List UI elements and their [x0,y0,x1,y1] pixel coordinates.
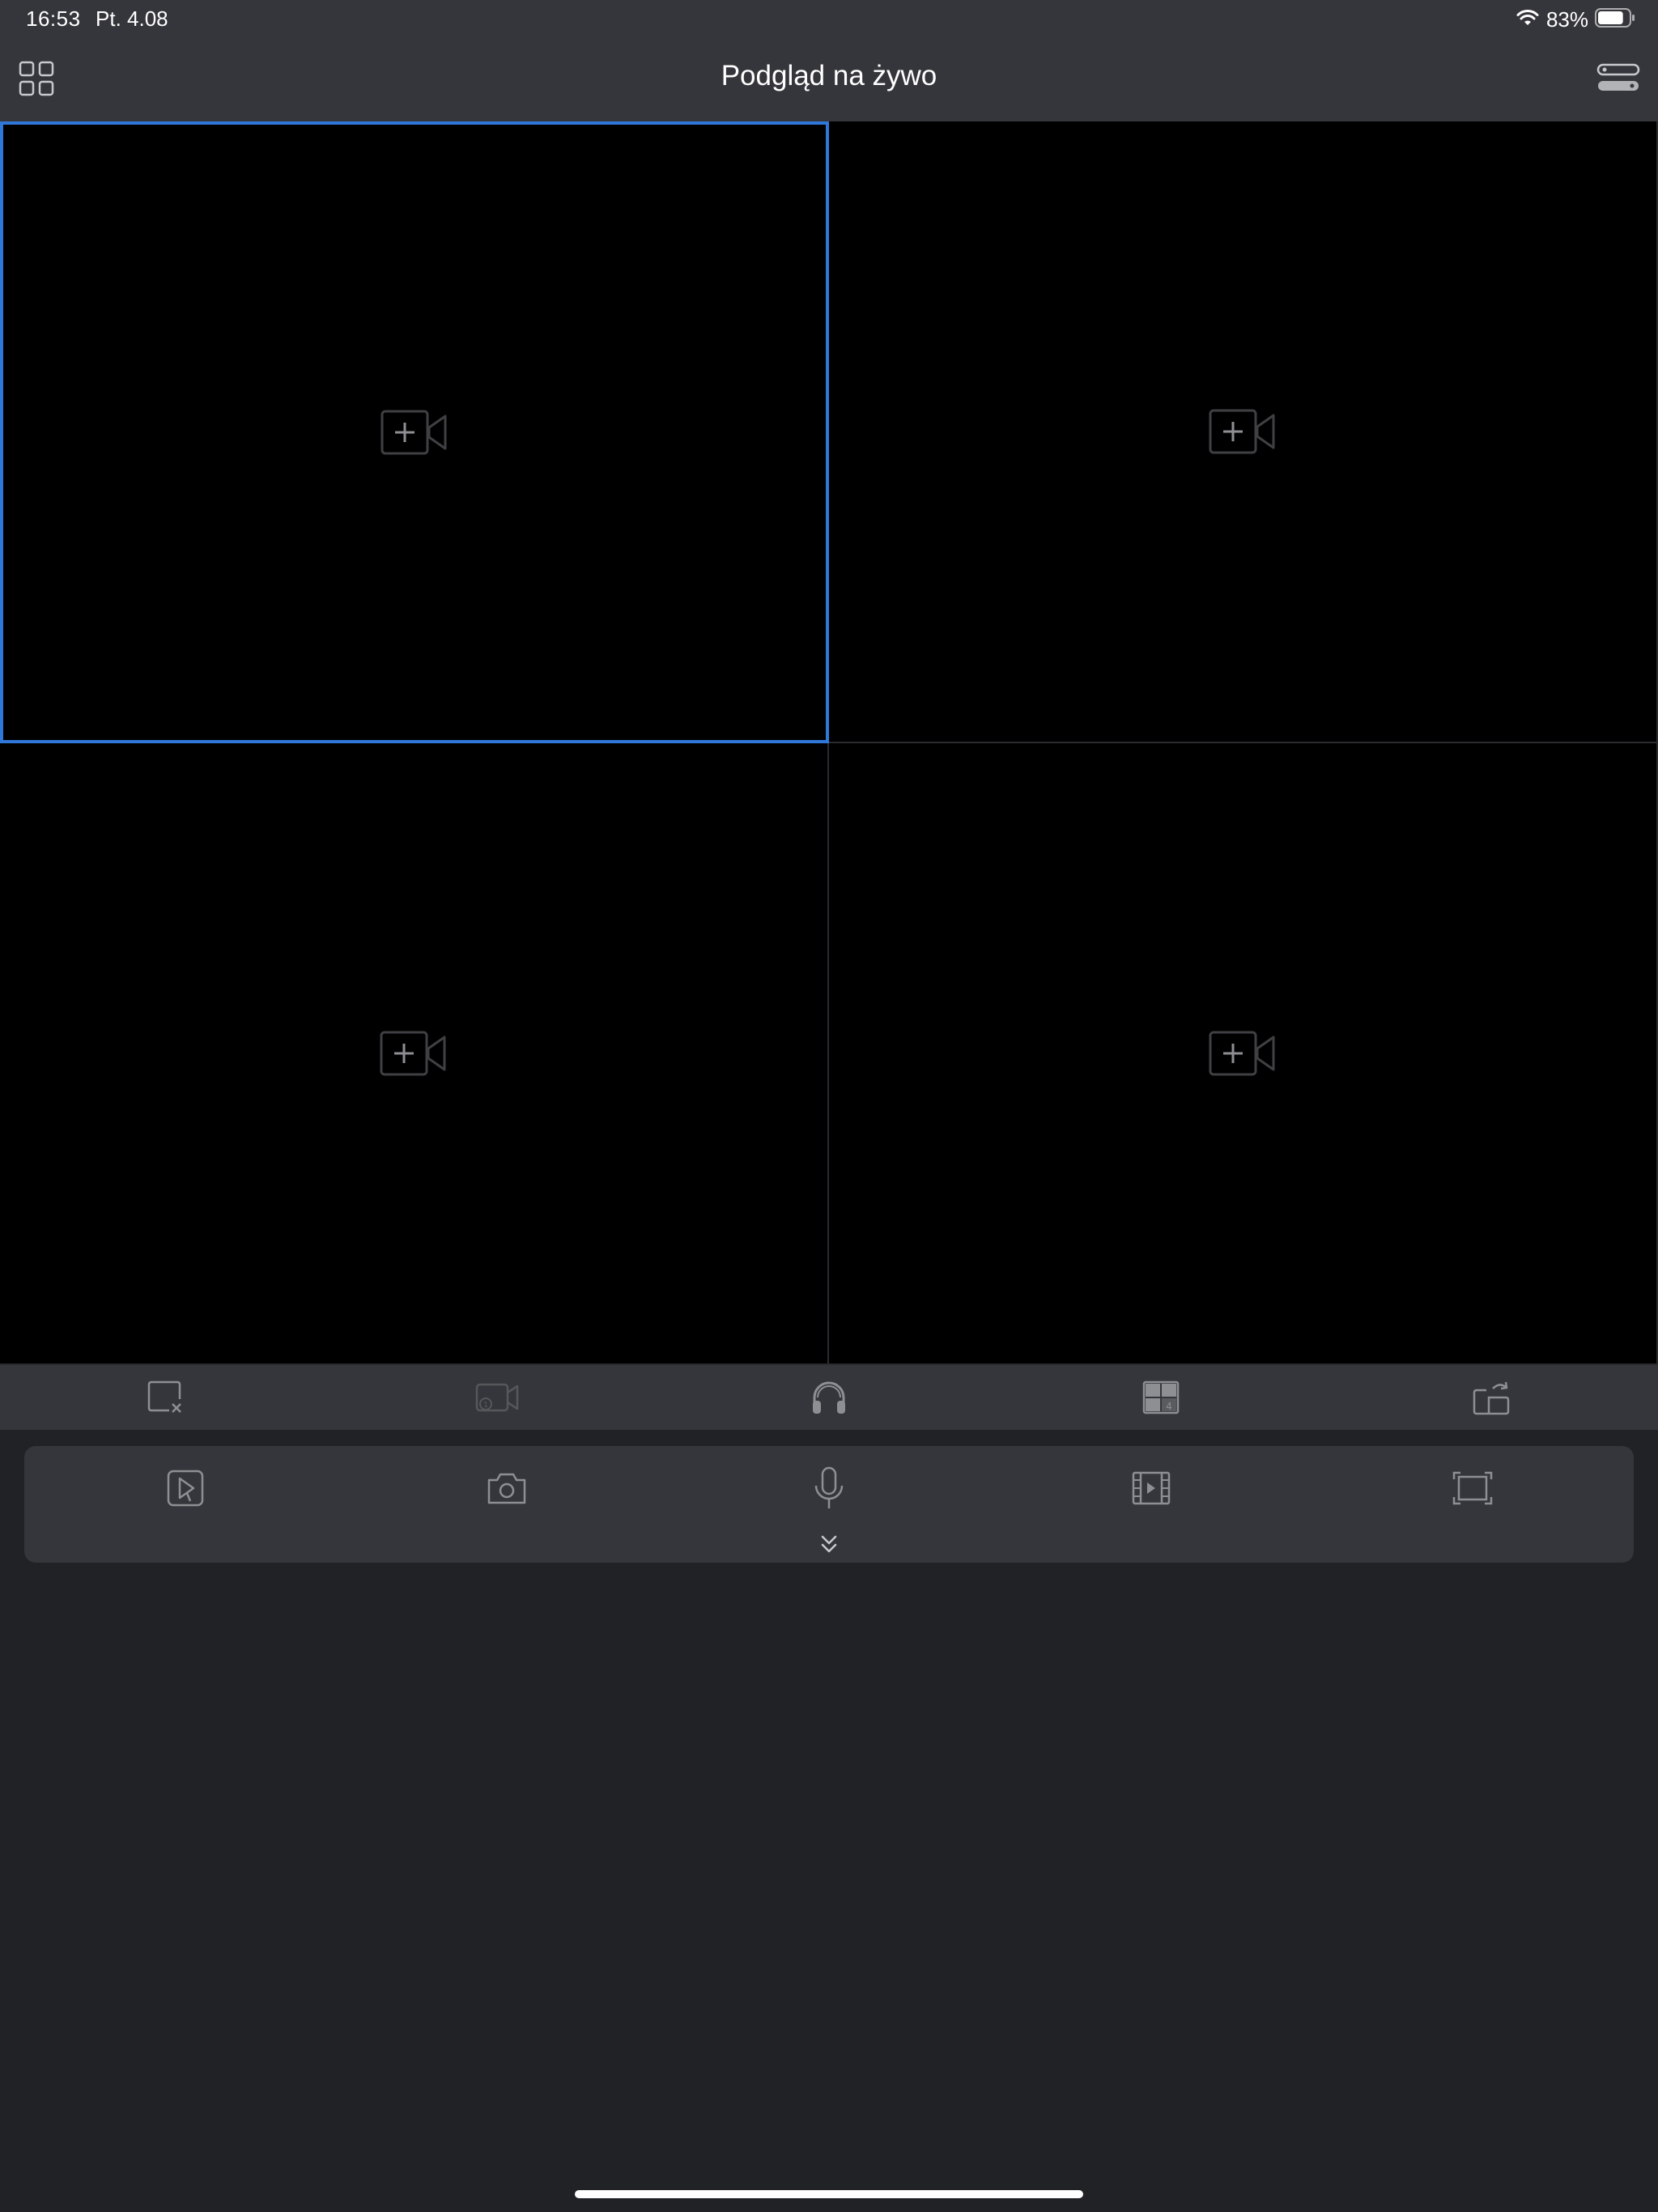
device-list-button[interactable] [1596,62,1640,96]
add-camera-icon[interactable] [1209,409,1277,454]
svg-text:4: 4 [1166,1401,1172,1412]
collapse-panel-button[interactable] [813,1534,845,1556]
live-view-screen: 16:53 Pt. 4.08 83% Podgląd na żywo 1 4 [0,0,1658,2212]
playback-button[interactable] [104,1460,266,1516]
snapshot-button[interactable] [426,1460,588,1516]
camera-grid [0,121,1658,1365]
camera-slot-3[interactable] [0,743,829,1365]
audio-button[interactable] [748,1369,910,1426]
split-screen-icon: 4 [1142,1380,1179,1414]
double-chevron-down-icon [821,1535,837,1553]
playback-icon [167,1470,204,1507]
microphone-icon [814,1466,844,1508]
fullscreen-icon [1452,1471,1493,1505]
fullscreen-button[interactable] [1392,1460,1554,1516]
split-screen-button[interactable]: 4 [1080,1369,1242,1426]
header: 16:53 Pt. 4.08 83% Podgląd na żywo [0,0,1658,121]
close-window-button[interactable] [85,1369,247,1426]
close-window-icon [147,1380,181,1413]
battery-icon [1595,7,1635,32]
control-panel-row [24,1456,1634,1521]
status-bar: 16:53 Pt. 4.08 83% [0,0,1658,39]
control-panel [24,1446,1634,1563]
wifi-icon [1516,9,1540,31]
microphone-button[interactable] [748,1460,910,1516]
add-camera-icon[interactable] [380,1031,448,1076]
rotate-screen-icon [1473,1381,1510,1415]
svg-text:1: 1 [483,1401,488,1410]
page-title: Podgląd na żywo [721,60,937,91]
snapshot-camera-icon [488,1473,526,1504]
add-camera-icon[interactable] [380,410,449,455]
stream-camera-icon: 1 [476,1383,519,1412]
navigation-bar: Podgląd na żywo [0,39,1658,121]
camera-slot-1[interactable] [0,121,829,743]
record-clip-button[interactable] [1070,1460,1232,1516]
home-indicator[interactable] [575,2190,1083,2198]
camera-slot-2[interactable] [829,121,1658,743]
rotate-screen-button[interactable] [1411,1369,1573,1426]
video-clip-icon [1132,1471,1170,1505]
camera-slot-4[interactable] [829,743,1658,1365]
add-camera-icon[interactable] [1209,1031,1277,1076]
stream-switch-button[interactable]: 1 [416,1369,578,1426]
status-date: Pt. 4.08 [96,6,168,31]
status-time: 16:53 [26,6,81,31]
status-indicators: 83% [1516,6,1635,32]
secondary-toolbar: 1 4 [0,1365,1658,1430]
battery-percent: 83% [1545,6,1588,32]
headphones-icon [812,1381,845,1414]
device-list-icon [1596,63,1640,91]
